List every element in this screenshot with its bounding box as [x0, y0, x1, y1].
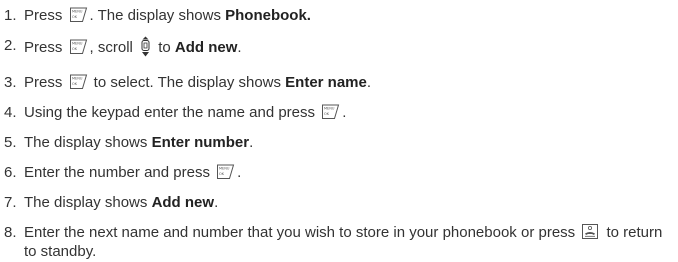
menu-key-top-label: MENU: [324, 107, 335, 111]
step-number: 7.: [4, 194, 17, 211]
step-number: 8.: [4, 224, 17, 241]
display-text: Enter name: [285, 74, 367, 91]
step-number: 2.: [4, 37, 17, 54]
step-number: 3.: [4, 74, 17, 91]
step-text: Enter the number and press MENU OK.: [24, 163, 678, 182]
menu-key-bottom-label: OK: [324, 112, 330, 116]
step-text-segment: .: [342, 104, 347, 121]
step-text-segment: Press: [24, 74, 67, 91]
step-text-segment: Enter the next name and number that you …: [24, 224, 580, 241]
step-text-segment: The display shows: [24, 134, 152, 151]
menu-key-top-label: MENU: [72, 77, 83, 81]
step-number: 1.: [4, 7, 17, 24]
menu-ok-key-icon: MENU OK: [216, 163, 235, 180]
step-number: 5.: [4, 134, 17, 151]
step-item: 8. Enter the next name and number that yo…: [4, 223, 678, 261]
scroll-key-icon: [139, 36, 152, 62]
menu-key-top-label: MENU: [72, 10, 83, 14]
step-text-segment: The display shows: [24, 194, 152, 211]
step-text-segment: to: [154, 39, 175, 56]
menu-key-bottom-label: OK: [72, 15, 78, 19]
step-text-segment: .: [366, 74, 372, 91]
step-number: 6.: [4, 164, 17, 181]
step-text: Enter the next name and number that you …: [24, 223, 678, 261]
step-text: Using the keypad enter the name and pres…: [24, 103, 678, 122]
menu-key-bottom-label: OK: [72, 47, 78, 51]
step-text-segment: .: [237, 164, 242, 181]
step-item: 2. Press MENU OK, scroll to Add new.: [4, 36, 678, 62]
step-item: 4. Using the keypad enter the name and pr…: [4, 103, 678, 122]
step-text-segment: . The display shows: [89, 7, 226, 24]
menu-ok-key-icon: MENU OK: [321, 103, 340, 120]
step-item: 3. Press MENU OK to select. The display sh…: [4, 73, 678, 92]
step-text-segment: .: [214, 194, 219, 211]
end-call-key-icon: [581, 223, 600, 240]
step-text-segment: .: [249, 134, 254, 151]
step-text: Press MENU OK to select. The display show…: [24, 73, 678, 92]
menu-key-top-label: MENU: [72, 42, 83, 46]
display-text: Add new: [151, 194, 215, 211]
step-text-segment: to select. The display shows: [89, 74, 286, 91]
menu-key-top-label: MENU: [219, 167, 230, 171]
step-text-segment: Press: [24, 7, 67, 24]
step-text-segment: Using the keypad enter the name and pres…: [24, 104, 320, 121]
step-number: 4.: [4, 104, 17, 121]
menu-ok-key-icon: MENU OK: [69, 73, 88, 90]
step-item: 1. Press MENU OK. The display shows Phoneb…: [4, 6, 678, 25]
step-text-segment: , scroll: [89, 39, 138, 56]
menu-key-bottom-label: OK: [72, 82, 78, 86]
display-text: Enter number: [151, 134, 250, 151]
display-text: Add new: [174, 39, 238, 56]
step-text: Press MENU OK, scroll to Add new.: [24, 36, 678, 62]
menu-ok-key-icon: MENU OK: [69, 6, 88, 23]
instruction-list: 1. Press MENU OK. The display shows Phoneb…: [0, 0, 678, 261]
step-text-segment: Press: [24, 39, 67, 56]
step-text-segment: Enter the number and press: [24, 164, 215, 181]
step-item: 7. The display shows Add new.: [4, 193, 678, 212]
step-item: 5. The display shows Enter number.: [4, 133, 678, 152]
step-text: Press MENU OK. The display shows Phoneboo…: [24, 6, 678, 25]
menu-key-bottom-label: OK: [219, 172, 225, 176]
step-text-segment: .: [237, 39, 242, 56]
display-text: Phonebook.: [225, 7, 311, 24]
menu-ok-key-icon: MENU OK: [69, 38, 88, 55]
step-text: The display shows Enter number.: [24, 133, 678, 152]
step-item: 6. Enter the number and press MENU OK.: [4, 163, 678, 182]
step-text: The display shows Add new.: [24, 193, 678, 212]
